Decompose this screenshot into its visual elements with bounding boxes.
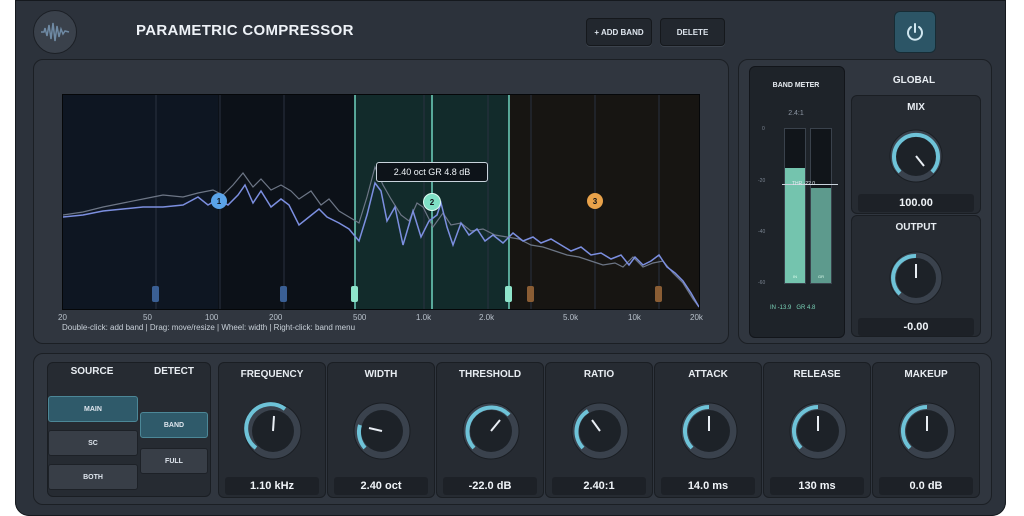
- source-main-button[interactable]: MAIN: [48, 396, 138, 422]
- global-title: GLOBAL: [892, 75, 936, 86]
- gr-meter-fill: [811, 187, 831, 283]
- band-2-right-handle[interactable]: [505, 286, 512, 302]
- attack-knob[interactable]: [679, 401, 739, 466]
- gr-meter-bar: GR: [810, 128, 832, 284]
- power-icon: [907, 23, 923, 41]
- attack-label: ATTACK: [688, 369, 728, 380]
- output-card: OUTPUT -0.00: [851, 215, 981, 337]
- source-sc-button[interactable]: SC: [48, 430, 138, 456]
- frequency-card: FREQUENCY 1.10 kHz: [218, 362, 326, 498]
- attack-value[interactable]: 14.0 ms: [661, 477, 755, 495]
- release-card: RELEASE 130 ms: [763, 362, 871, 498]
- freq-label: 20: [58, 313, 67, 322]
- band-3-right-handle[interactable]: [655, 286, 662, 302]
- spectrum-graph[interactable]: [62, 94, 700, 310]
- frequency-knob[interactable]: [243, 401, 303, 466]
- source-both-button[interactable]: BOTH: [48, 464, 138, 490]
- mix-knob[interactable]: [888, 128, 944, 189]
- threshold-knob[interactable]: [461, 401, 521, 466]
- meter-readout: IN -13.9 GR 4.8: [770, 305, 816, 311]
- meter-scale-0: 0: [762, 126, 765, 132]
- freq-label: 100: [205, 313, 219, 322]
- meter-ratio: 2.4:1: [788, 110, 804, 117]
- release-label: RELEASE: [793, 369, 841, 380]
- frequency-value[interactable]: 1.10 kHz: [225, 477, 319, 495]
- makeup-knob[interactable]: [897, 401, 957, 466]
- freq-label: 2.0k: [479, 313, 495, 322]
- threshold-card: THRESHOLD -22.0 dB: [436, 362, 544, 498]
- threshold-label: THRESHOLD: [458, 369, 522, 380]
- add-band-button[interactable]: + ADD BAND: [586, 18, 652, 46]
- input-meter-bar: IN: [784, 128, 806, 284]
- meter-scale-20: -20: [758, 178, 766, 184]
- width-label: WIDTH: [364, 369, 398, 380]
- plugin-title: PARAMETRIC COMPRESSOR: [136, 22, 354, 39]
- band-3-left-handle[interactable]: [527, 286, 534, 302]
- width-card: WIDTH 2.40 oct: [327, 362, 435, 498]
- source-title: SOURCE: [70, 366, 114, 377]
- detect-title: DETECT: [154, 366, 194, 377]
- makeup-card: MAKEUP 0.0 dB: [872, 362, 980, 498]
- threshold-label: THR -22.0: [792, 181, 816, 187]
- ratio-label: RATIO: [583, 369, 615, 380]
- makeup-label: MAKEUP: [904, 369, 948, 380]
- input-meter-label: IN: [793, 274, 797, 279]
- detect-full-button[interactable]: FULL: [140, 448, 208, 474]
- freq-label: 50: [143, 313, 152, 322]
- frequency-label: FREQUENCY: [240, 369, 304, 380]
- freq-label: 200: [269, 313, 283, 322]
- output-value[interactable]: -0.00: [858, 318, 974, 336]
- mix-card: MIX 100.00: [851, 95, 981, 214]
- power-button[interactable]: [894, 11, 936, 53]
- detect-band-button[interactable]: BAND: [140, 412, 208, 438]
- waveform-logo-icon: [33, 10, 77, 54]
- band-meter-title: BAND METER: [772, 82, 820, 89]
- ratio-value[interactable]: 2.40:1: [552, 477, 646, 495]
- band-tooltip: 2.40 oct GR 4.8 dB: [376, 162, 488, 182]
- graph-hint: Double-click: add band | Drag: move/resi…: [62, 323, 356, 332]
- freq-label: 5.0k: [563, 313, 579, 322]
- freq-label: 1.0k: [416, 313, 432, 322]
- release-knob[interactable]: [788, 401, 848, 466]
- band-1-right-handle[interactable]: [280, 286, 287, 302]
- mix-label: MIX: [907, 102, 925, 113]
- meter-scale-60: -60: [758, 280, 766, 286]
- gr-meter-label: GR: [818, 274, 824, 279]
- output-knob[interactable]: [888, 250, 944, 311]
- width-knob[interactable]: [352, 401, 412, 466]
- freq-label: 10k: [628, 313, 641, 322]
- freq-label: 500: [353, 313, 367, 322]
- width-value[interactable]: 2.40 oct: [334, 477, 428, 495]
- band-node-3[interactable]: 3: [587, 193, 603, 209]
- mix-value[interactable]: 100.00: [858, 194, 974, 212]
- band-node-1[interactable]: 1: [211, 193, 227, 209]
- output-label: OUTPUT: [895, 222, 937, 233]
- band-1-left-handle[interactable]: [152, 286, 159, 302]
- attack-card: ATTACK 14.0 ms: [654, 362, 762, 498]
- freq-label: 20k: [690, 313, 703, 322]
- makeup-value[interactable]: 0.0 dB: [879, 477, 973, 495]
- ratio-card: RATIO 2.40:1: [545, 362, 653, 498]
- delete-button[interactable]: DELETE: [660, 18, 725, 46]
- ratio-knob[interactable]: [570, 401, 630, 466]
- band-2-left-handle[interactable]: [351, 286, 358, 302]
- band-node-2[interactable]: 2: [423, 193, 441, 211]
- threshold-value[interactable]: -22.0 dB: [443, 477, 537, 495]
- release-value[interactable]: 130 ms: [770, 477, 864, 495]
- meter-scale-40: -40: [758, 229, 766, 235]
